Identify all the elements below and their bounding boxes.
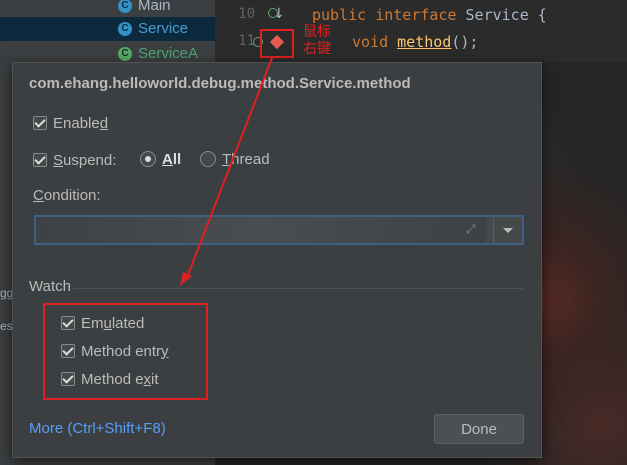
- suspend-all-label: All: [162, 150, 182, 168]
- code-keyword: void: [352, 33, 389, 51]
- code-keyword: public interface: [312, 6, 457, 24]
- checkbox-checked-icon[interactable]: [33, 153, 47, 168]
- checkbox-checked-icon[interactable]: [61, 316, 75, 331]
- suspend-checkbox[interactable]: Suspend:: [33, 151, 116, 169]
- done-button[interactable]: Done: [434, 414, 524, 444]
- checkbox-checked-icon[interactable]: [33, 116, 47, 131]
- tree-item-main[interactable]: C Main: [118, 0, 171, 18]
- suspend-thread-radio[interactable]: Thread: [200, 150, 270, 168]
- left-strip-text: es: [0, 319, 13, 333]
- implementation-marker-icon: [268, 8, 278, 18]
- tree-item-service[interactable]: C Service: [0, 17, 215, 41]
- condition-label: Condition:: [33, 187, 101, 204]
- line-number: 11: [238, 33, 255, 49]
- breakpoint-highlight-box: [260, 29, 294, 58]
- suspend-label: Suspend:: [53, 151, 117, 169]
- method-entry-checkbox[interactable]: Method entry: [61, 342, 169, 360]
- code-line: public interface Service {: [312, 6, 547, 24]
- annotation-text: 鼠标 右键: [303, 24, 331, 57]
- method-entry-label: Method entry: [81, 342, 169, 360]
- class-icon: C: [118, 22, 132, 37]
- interface-icon: C: [118, 47, 132, 62]
- more-link[interactable]: More (Ctrl+Shift+F8): [29, 420, 166, 437]
- watch-separator: [73, 288, 523, 289]
- code-text: ();: [451, 33, 479, 51]
- radio-unselected-icon[interactable]: [200, 151, 216, 168]
- enabled-label: Enabled: [53, 114, 109, 132]
- suspend-thread-label: Thread: [222, 150, 270, 168]
- emulated-checkbox[interactable]: Emulated: [61, 314, 144, 332]
- line-number: 10: [238, 6, 255, 22]
- radio-selected-icon[interactable]: [140, 151, 156, 168]
- watch-label: Watch: [29, 278, 71, 295]
- code-text: Service {: [456, 6, 547, 24]
- method-breakpoint-icon[interactable]: [269, 34, 285, 50]
- class-icon: C: [118, 0, 132, 14]
- method-exit-checkbox[interactable]: Method exit: [61, 370, 159, 388]
- breakpoint-dialog: com.ehang.helloworld.debug.method.Servic…: [12, 62, 542, 458]
- dialog-title: com.ehang.helloworld.debug.method.Servic…: [29, 75, 411, 92]
- annotation-label: 鼠标 右键: [303, 24, 331, 58]
- code-line: void method();: [352, 33, 478, 51]
- condition-combobox[interactable]: ⤢: [34, 215, 524, 245]
- checkbox-checked-icon[interactable]: [61, 344, 75, 359]
- tree-item-label: ServiceA: [138, 45, 199, 62]
- condition-input[interactable]: [36, 217, 486, 243]
- suspend-all-radio[interactable]: All: [140, 150, 181, 168]
- tree-item-label: Main: [138, 0, 171, 14]
- expand-editor-icon[interactable]: ⤢: [466, 222, 476, 237]
- enabled-checkbox[interactable]: Enabled: [33, 114, 108, 132]
- method-exit-label: Method exit: [81, 370, 159, 388]
- condition-dropdown-button[interactable]: [493, 217, 522, 243]
- emulated-label: Emulated: [81, 314, 145, 332]
- tree-item-label: Service: [138, 20, 189, 37]
- checkbox-checked-icon[interactable]: [61, 372, 75, 387]
- code-method: method: [397, 33, 452, 51]
